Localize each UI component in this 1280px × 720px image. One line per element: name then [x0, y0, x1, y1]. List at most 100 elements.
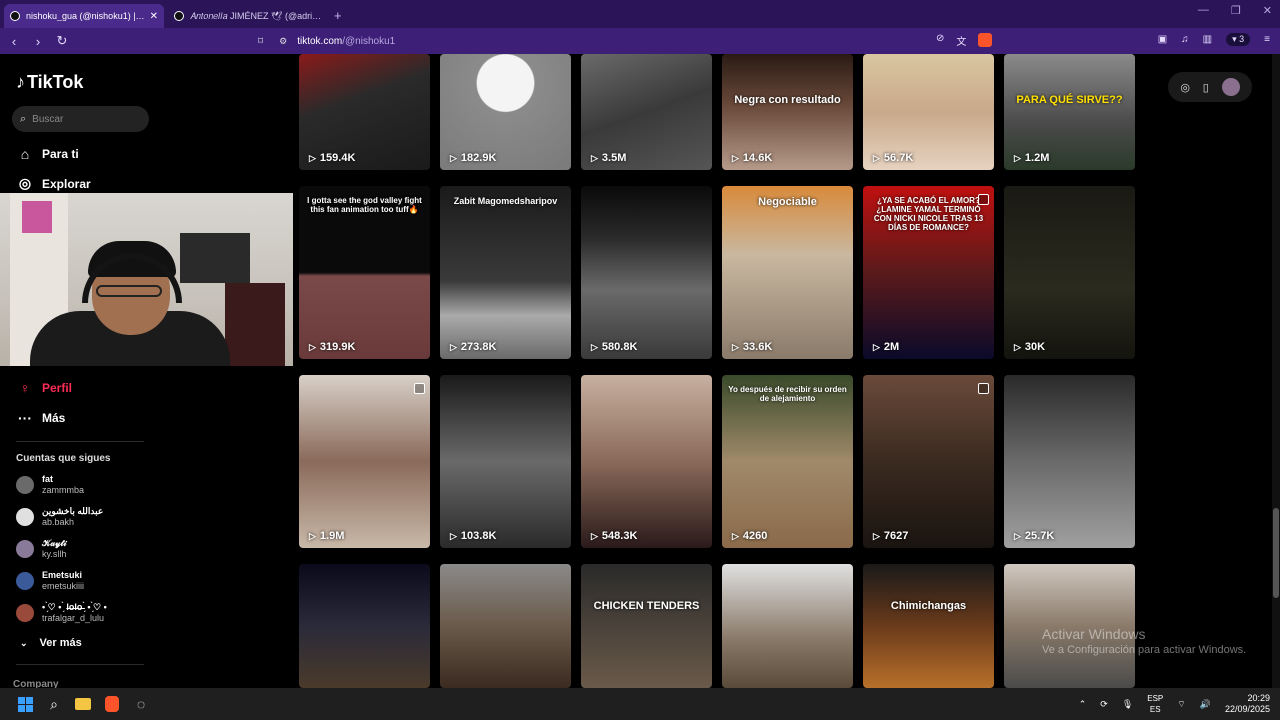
nav-explorar[interactable]: ◎ Explorar	[16, 175, 91, 192]
video-overlay-text: ¿YA SE ACABÓ EL AMOR? ¿LAMINE YAMAL TERM…	[873, 196, 984, 232]
following-account[interactable]: • ̗̀♡ • ̗̀ l̶o̶l̶o̶ ̗̀ • ̗̀♡ • trafalgar_…	[16, 602, 107, 624]
account-name: 𝒦𝒶𝓎𝓉𝒾	[42, 538, 67, 548]
video-card[interactable]: I gotta see the god valley fight this fa…	[299, 186, 430, 359]
microphone-icon[interactable]: 🎙	[1122, 699, 1133, 710]
avatar	[16, 476, 34, 494]
following-account[interactable]: عبدالله باخشوين ab.bakh	[16, 506, 103, 528]
following-account[interactable]: 𝒦𝒶𝓎𝓉𝒾 ky.sllh	[16, 538, 67, 560]
video-card[interactable]: ▷ 7627	[863, 375, 994, 548]
search-input[interactable]: ⌕ Buscar	[12, 106, 149, 132]
account-name: fat	[42, 474, 53, 484]
device-icon[interactable]: ▯	[1203, 81, 1209, 94]
menu-icon[interactable]: ≡	[1264, 34, 1270, 45]
video-card[interactable]: ▷ 580.8K	[581, 186, 712, 359]
forward-icon[interactable]: ›	[28, 34, 48, 49]
video-card[interactable]	[722, 564, 853, 688]
video-thumbnail	[440, 186, 571, 359]
video-card[interactable]: Chimichangas	[863, 564, 994, 688]
file-explorer-icon[interactable]	[72, 693, 94, 715]
account-name: عبدالله باخشوين	[42, 506, 104, 516]
video-card[interactable]: ▷ 103.8K	[440, 375, 571, 548]
video-card[interactable]: Yo después de recibir su orden de alejam…	[722, 375, 853, 548]
reader-icon[interactable]: ▣	[1158, 34, 1167, 45]
account-handle: ky.sllh	[42, 549, 67, 559]
gallery-icon	[414, 383, 425, 394]
video-card[interactable]	[299, 564, 430, 688]
tiktok-note-icon: ♪	[16, 72, 25, 92]
video-card[interactable]: CHICKEN TENDERS	[581, 564, 712, 688]
video-card[interactable]: ▷ 25.7K	[1004, 375, 1135, 548]
sidebar-toggle-icon[interactable]: ▥	[1203, 34, 1212, 45]
following-account[interactable]: Emetsuki emetsukiiii	[16, 570, 84, 592]
back-icon[interactable]: ‹	[4, 34, 24, 49]
video-card[interactable]: Zabit Magomedsharipov ▷ 273.8K	[440, 186, 571, 359]
view-count-value: 14.6K	[742, 152, 773, 164]
video-card[interactable]: ▷ 56.7K	[863, 54, 994, 170]
url-field[interactable]: ⌑ ⚙ tiktok.com/@nishoku1	[258, 32, 998, 50]
search-icon[interactable]: ⌕	[43, 693, 65, 715]
following-account[interactable]: fat zammmba	[16, 474, 84, 496]
site-info-icon[interactable]: ⚙	[279, 36, 287, 47]
nav-para-ti[interactable]: ⌂ Para ti	[16, 146, 79, 162]
app-icon[interactable]: ◌	[130, 693, 152, 715]
nav-label: Para ti	[42, 147, 79, 161]
translate-icon[interactable]: 文	[956, 33, 966, 48]
user-avatar[interactable]	[1221, 78, 1240, 96]
video-card[interactable]: ▷ 30K	[1004, 186, 1135, 359]
close-window-icon[interactable]: ✕	[1263, 4, 1272, 17]
wifi-icon[interactable]: ⌔	[1177, 699, 1185, 710]
tiktok-logo[interactable]: ♪ TikTok	[16, 72, 83, 93]
no-tracking-icon[interactable]: ⊘	[936, 33, 944, 48]
avatar	[16, 508, 34, 526]
view-count: ▷ 7627	[873, 530, 908, 542]
sync-icon[interactable]: ⟳	[1100, 699, 1108, 710]
view-count: ▷ 182.9K	[450, 152, 496, 164]
scrollbar-thumb[interactable]	[1273, 508, 1279, 598]
video-card[interactable]: ▷ 1.9M	[299, 375, 430, 548]
maximize-icon[interactable]: ❐	[1231, 4, 1241, 17]
brave-browser-icon[interactable]	[101, 693, 123, 715]
minimize-icon[interactable]: —	[1198, 4, 1209, 17]
reload-icon[interactable]: ↻	[52, 33, 72, 49]
video-card[interactable]: ▷ 548.3K	[581, 375, 712, 548]
video-overlay-text: Negra con resultado	[734, 94, 841, 106]
video-card[interactable]: Negociable ▷ 33.6K	[722, 186, 853, 359]
video-card[interactable]: ▷ 3.5M	[581, 54, 712, 170]
chevron-up-icon[interactable]: ⌃	[1079, 699, 1087, 710]
compass-icon[interactable]: ◎	[1180, 81, 1190, 94]
nav-label: Explorar	[42, 176, 91, 191]
clock[interactable]: 20:29 22/09/2025	[1225, 693, 1270, 715]
video-thumbnail	[722, 186, 853, 359]
video-overlay-text: PARA QUÉ SIRVE??	[1016, 94, 1123, 106]
nav-mas[interactable]: ··· Más	[16, 410, 65, 426]
view-count-value: 25.7K	[1024, 530, 1055, 542]
tab-active[interactable]: nishoku_gua (@nishoku1) | TikTok ✕	[4, 4, 164, 28]
volume-icon[interactable]: 🔊	[1200, 699, 1211, 710]
tiktok-favicon-icon	[10, 11, 20, 21]
see-more-button[interactable]: ⌄ Ver más	[20, 637, 82, 649]
language-indicator[interactable]: ESP ES	[1147, 693, 1163, 715]
windows-start-icon[interactable]	[14, 693, 36, 715]
video-overlay-text: Zabit Magomedsharipov	[453, 196, 558, 206]
view-count-value: 182.9K	[460, 152, 497, 164]
bookmark-icon[interactable]: ⌑	[258, 36, 263, 47]
video-card[interactable]: ▷ 159.4K	[299, 54, 430, 170]
video-card[interactable]: ¿YA SE ACABÓ EL AMOR? ¿LAMINE YAMAL TERM…	[863, 186, 994, 359]
video-card[interactable]: PARA QUÉ SIRVE?? ▷ 1.2M	[1004, 54, 1135, 170]
play-icon: ▷	[591, 530, 598, 541]
close-tab-icon[interactable]: ✕	[150, 11, 158, 22]
nav-label: Más	[42, 411, 66, 425]
divider	[16, 441, 144, 442]
brave-shields-icon[interactable]	[978, 33, 993, 47]
video-thumbnail	[440, 375, 571, 548]
video-card[interactable]: ▷ 182.9K	[440, 54, 571, 170]
tab-inactive[interactable]: 𝐴𝑛𝑡𝑜𝑛𝑒𝑙𝑙𝑎 JIMÉNEZ 🕊 (@adri_ch	[168, 4, 328, 28]
media-icon[interactable]: ♫	[1181, 34, 1189, 45]
video-card[interactable]: Negra con resultado ▷ 14.6K	[722, 54, 853, 170]
play-icon: ▷	[450, 152, 457, 163]
new-tab-button[interactable]: +	[334, 4, 342, 28]
scrollbar[interactable]	[1272, 54, 1280, 688]
video-card[interactable]	[440, 564, 571, 688]
wallet-button[interactable]: ▾ 3	[1226, 33, 1251, 46]
nav-perfil[interactable]: ♀ Perfil	[16, 380, 72, 396]
